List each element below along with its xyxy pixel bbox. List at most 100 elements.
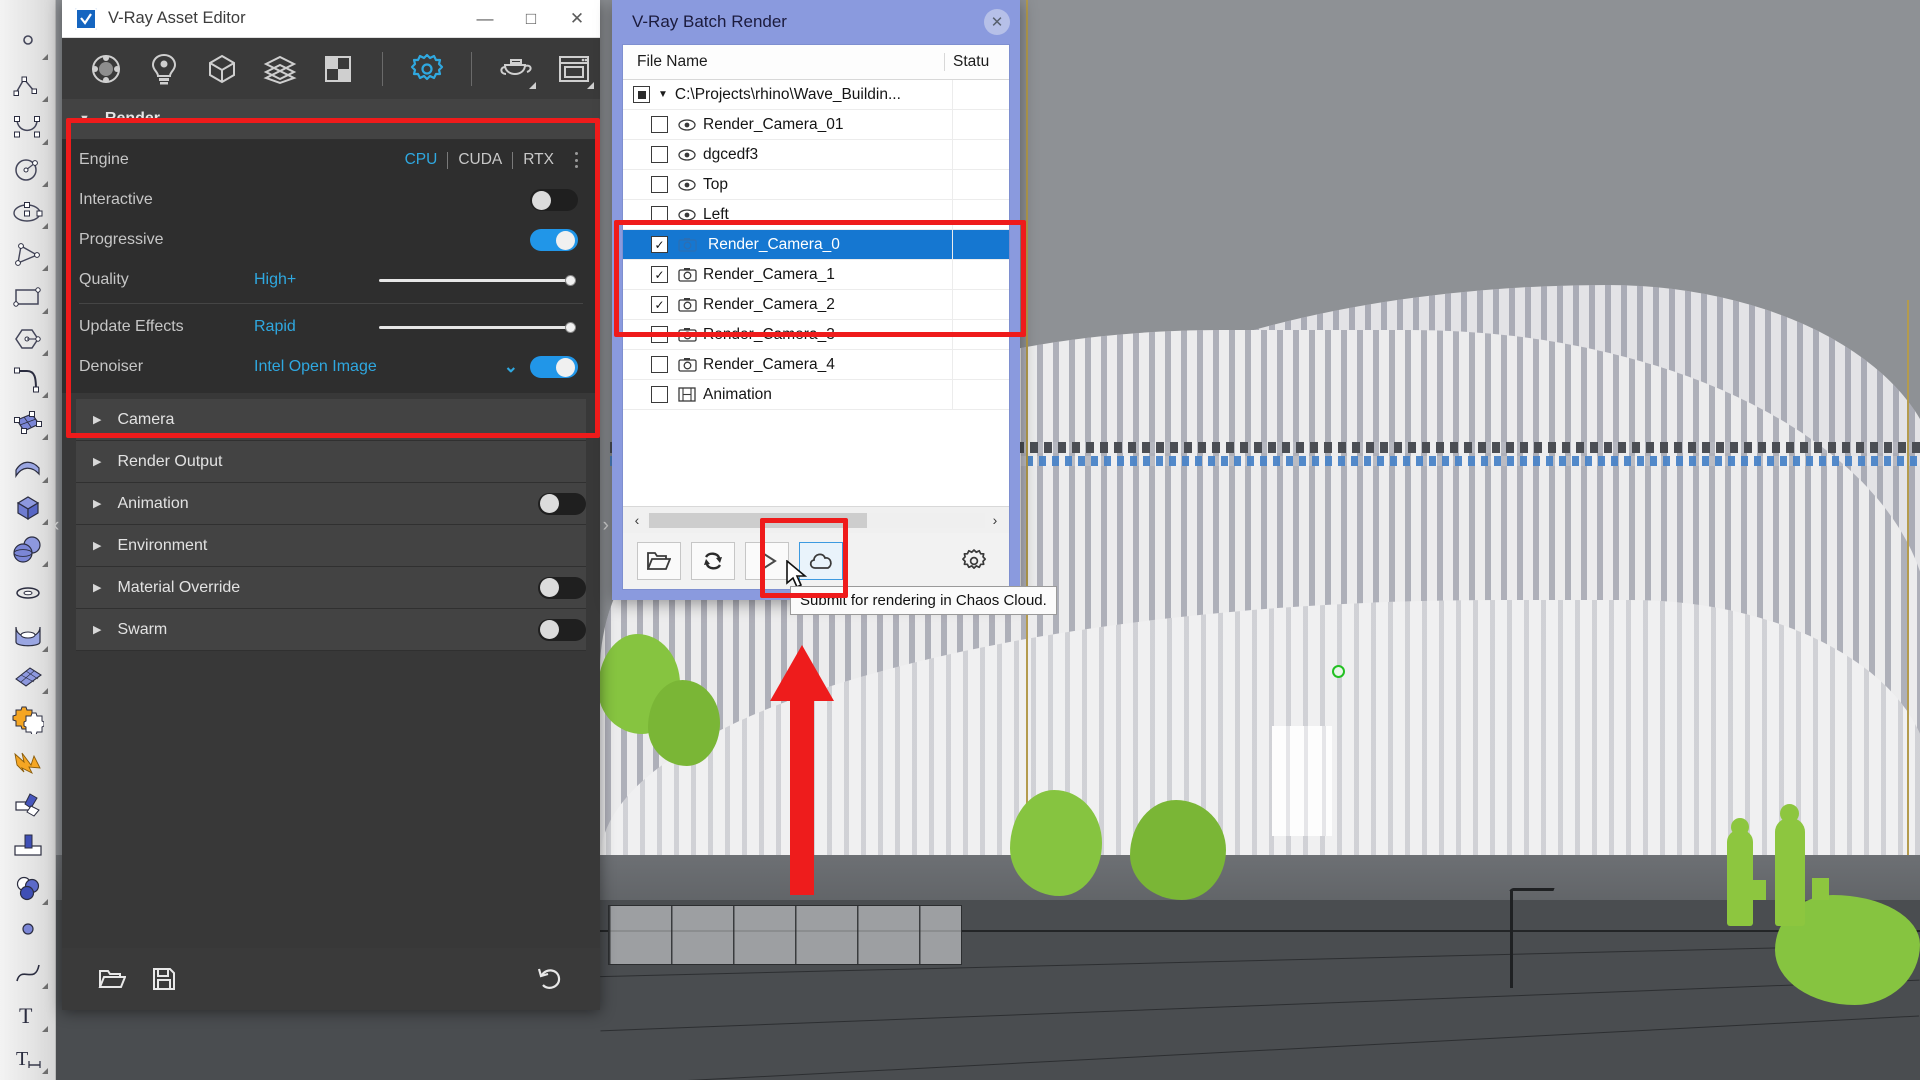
extrude-surface-tool[interactable]	[6, 446, 50, 485]
engine-option-cpu[interactable]: CPU	[395, 151, 448, 169]
render-elements-icon[interactable]	[312, 45, 364, 93]
section-animation[interactable]: ▶ Animation	[76, 483, 586, 525]
section-environment[interactable]: ▶ Environment	[76, 525, 586, 567]
explode-tool[interactable]	[6, 742, 50, 781]
list-item[interactable]: Left	[623, 200, 1009, 230]
asset-editor-titlebar[interactable]: V-Ray Asset Editor — □ ✕	[62, 0, 600, 38]
rhino-left-toolbar[interactable]: T T	[0, 0, 56, 1080]
engine-option-cuda[interactable]: CUDA	[448, 151, 512, 169]
toggle-animation[interactable]	[538, 492, 586, 515]
toggle-denoiser[interactable]	[530, 356, 578, 378]
geometry-icon[interactable]	[196, 45, 248, 93]
settings-gear-icon[interactable]	[953, 543, 995, 579]
asset-editor-footer[interactable]	[62, 948, 600, 1010]
asset-editor-toolbar[interactable]	[62, 38, 600, 100]
file-list-body[interactable]: ▼ C:\Projects\rhino\Wave_Buildin... Rend…	[623, 80, 1009, 506]
teapot-icon[interactable]	[490, 45, 542, 93]
union-tool[interactable]	[6, 869, 50, 908]
materials-icon[interactable]	[80, 45, 132, 93]
point-tool[interactable]	[6, 24, 50, 63]
revolve-tool[interactable]	[6, 615, 50, 654]
toggle-progressive[interactable]	[530, 229, 578, 251]
slider-update-effects[interactable]	[379, 321, 576, 333]
split-tool[interactable]	[6, 826, 50, 865]
list-item[interactable]: ✓ Render_Camera_2	[623, 290, 1009, 320]
checkbox-render-camera-1[interactable]: ✓	[651, 266, 668, 283]
open-file-icon[interactable]	[86, 957, 138, 1001]
chevron-down-icon[interactable]: ⌄	[504, 357, 518, 377]
polyline-tool[interactable]	[6, 66, 50, 105]
section-render-output[interactable]: ▶ Render Output	[76, 441, 586, 483]
scroll-right-arrow[interactable]: ›	[985, 512, 1005, 528]
point-object-tool[interactable]	[6, 911, 50, 950]
list-item[interactable]: Render_Camera_01	[623, 110, 1009, 140]
value-quality[interactable]: High+	[254, 271, 369, 289]
slider-knob[interactable]	[565, 274, 576, 286]
chevron-down-icon[interactable]: ▼	[658, 89, 668, 100]
vray-asset-editor-window[interactable]: V-Ray Asset Editor — □ ✕ ▼ Render Engine…	[53, 0, 609, 1010]
list-item-root[interactable]: ▼ C:\Projects\rhino\Wave_Buildin...	[623, 80, 1009, 110]
list-item[interactable]: Render_Camera_3	[623, 320, 1009, 350]
section-swarm[interactable]: ▶ Swarm	[76, 609, 586, 651]
revert-icon[interactable]	[524, 957, 576, 1001]
checkbox-root[interactable]	[633, 86, 650, 103]
scroll-track[interactable]	[647, 512, 985, 528]
engine-option-rtx[interactable]: RTX	[513, 151, 564, 169]
circle-tool[interactable]	[6, 151, 50, 190]
curve-tool[interactable]	[6, 108, 50, 147]
toggle-material-override[interactable]	[538, 576, 586, 599]
close-button[interactable]: ✕	[554, 0, 600, 37]
patch-surface-tool[interactable]	[6, 658, 50, 697]
engine-more-menu-icon[interactable]	[575, 151, 578, 170]
scroll-left-arrow[interactable]: ‹	[627, 512, 647, 528]
panel-collapse-right-arrow[interactable]: ›	[603, 515, 609, 537]
boolean-tool[interactable]	[6, 700, 50, 739]
close-icon[interactable]: ✕	[984, 9, 1010, 35]
checkbox-animation[interactable]	[651, 386, 668, 403]
list-item-selected[interactable]: ✓ Render_Camera_0	[623, 230, 1009, 260]
checkbox-render-camera-2[interactable]: ✓	[651, 296, 668, 313]
section-header-render[interactable]: ▼ Render	[62, 99, 600, 140]
section-camera[interactable]: ▶ Camera	[76, 399, 586, 441]
checkbox-render-camera-4[interactable]	[651, 356, 668, 373]
section-material-override[interactable]: ▶ Material Override	[76, 567, 586, 609]
ellipse-tool[interactable]	[6, 193, 50, 232]
textures-icon[interactable]	[254, 45, 306, 93]
lights-icon[interactable]	[138, 45, 190, 93]
batch-render-titlebar[interactable]: V-Ray Batch Render ✕	[612, 0, 1020, 44]
checkbox-top[interactable]	[651, 176, 668, 193]
sphere-tool[interactable]	[6, 531, 50, 570]
list-item[interactable]: dgcedf3	[623, 140, 1009, 170]
polygon-tool[interactable]	[6, 320, 50, 359]
freeform-curve-tool[interactable]	[6, 362, 50, 401]
batch-render-toolbar[interactable]	[623, 533, 1009, 589]
panel-collapse-left-arrow[interactable]: ‹	[53, 515, 59, 537]
engine-option-group[interactable]: CPU CUDA RTX	[395, 151, 578, 170]
torus-tool[interactable]	[6, 573, 50, 612]
text-tool[interactable]: T	[6, 995, 50, 1034]
checkbox-left[interactable]	[651, 206, 668, 223]
checkbox-dgcedf3[interactable]	[651, 146, 668, 163]
curve-edit-tool[interactable]	[6, 953, 50, 992]
save-file-icon[interactable]	[138, 957, 190, 1001]
open-folder-icon[interactable]	[637, 542, 681, 580]
toggle-interactive[interactable]	[530, 189, 578, 211]
list-item[interactable]: ✓ Render_Camera_1	[623, 260, 1009, 290]
arc-tool[interactable]	[6, 235, 50, 274]
maximize-button[interactable]: □	[508, 0, 554, 37]
horizontal-scrollbar[interactable]: ‹ ›	[623, 506, 1009, 533]
settings-gear-icon[interactable]	[401, 45, 453, 93]
dimension-tool[interactable]: T	[6, 1038, 50, 1077]
minimize-button[interactable]: —	[462, 0, 508, 37]
play-icon[interactable]	[745, 542, 789, 580]
slider-quality[interactable]	[379, 274, 576, 286]
toggle-swarm[interactable]	[538, 618, 586, 641]
checkbox-render-camera-01[interactable]	[651, 116, 668, 133]
rectangle-tool[interactable]	[6, 277, 50, 316]
surface-tool[interactable]	[6, 404, 50, 443]
column-header-file-name[interactable]: File Name	[623, 53, 944, 71]
scroll-thumb[interactable]	[649, 512, 867, 528]
slider-knob[interactable]	[565, 321, 576, 333]
batch-render-dialog[interactable]: V-Ray Batch Render ✕ File Name Statu ▼ C…	[612, 0, 1020, 600]
box-tool[interactable]	[6, 489, 50, 528]
